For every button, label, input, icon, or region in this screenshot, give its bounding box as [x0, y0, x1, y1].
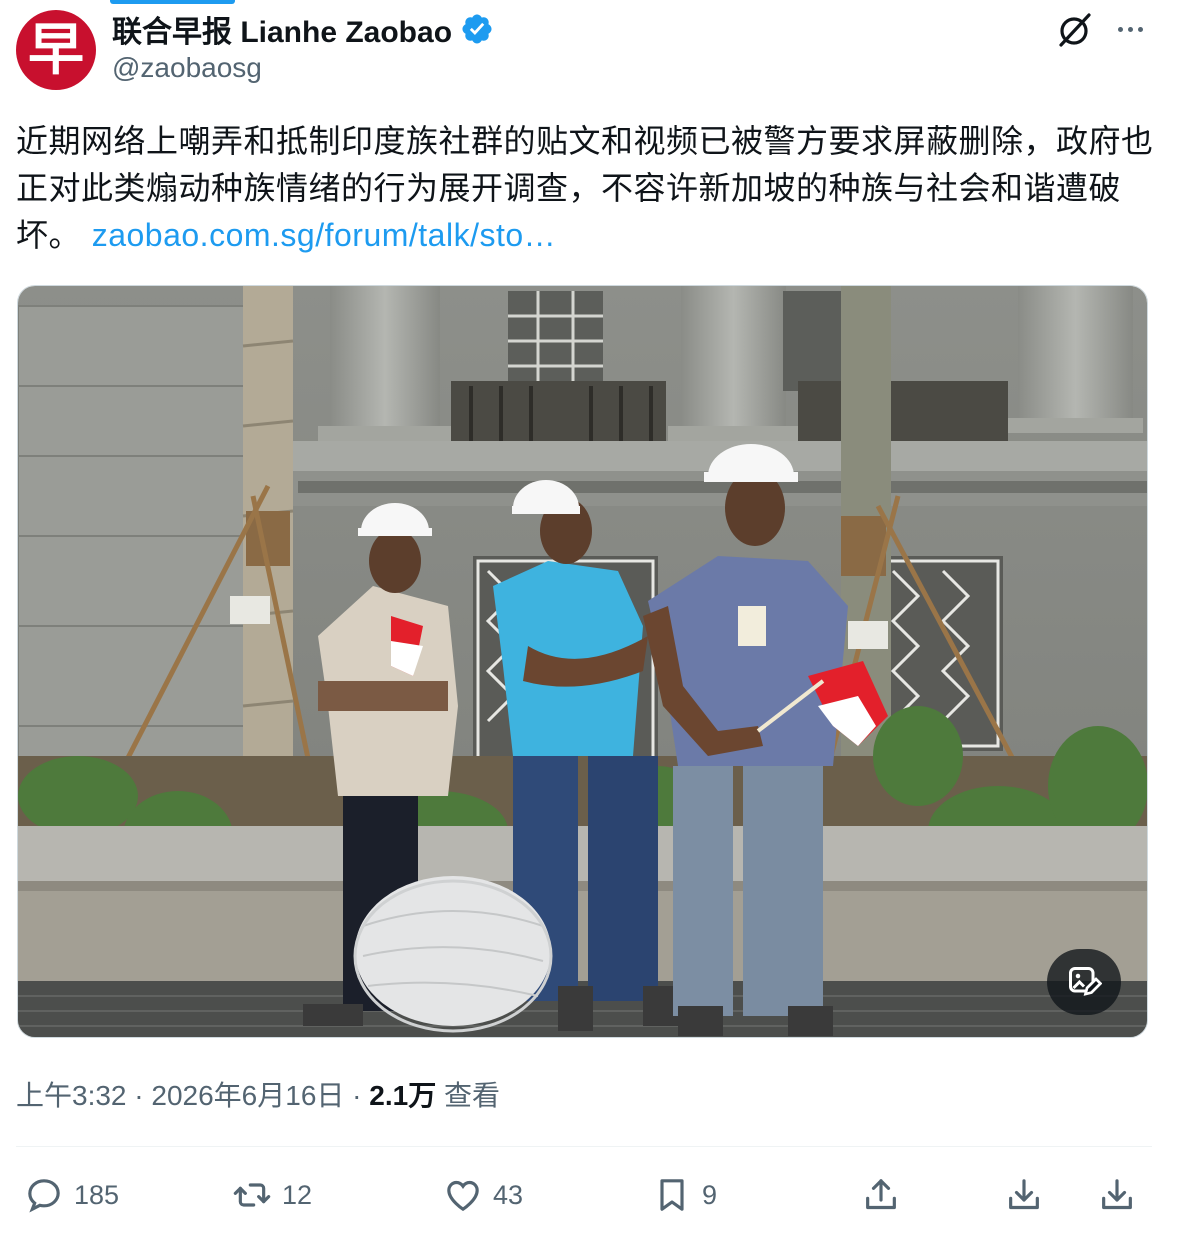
- tweet-time[interactable]: 上午3:32: [16, 1080, 127, 1111]
- action-bar: 185 12 43 9: [0, 1170, 1182, 1220]
- bookmark-count: 9: [702, 1179, 718, 1210]
- tweet-photo[interactable]: [17, 285, 1148, 1038]
- download-button[interactable]: [1004, 1170, 1044, 1220]
- reply-icon: [28, 1179, 60, 1213]
- bookmark-icon: [660, 1179, 684, 1211]
- image-edit-button[interactable]: [1047, 949, 1121, 1015]
- more-icon[interactable]: [1110, 14, 1150, 44]
- share-icon: [866, 1179, 896, 1210]
- repost-count: 12: [282, 1179, 313, 1210]
- handle[interactable]: @zaobaosg: [112, 52, 262, 84]
- photo-illustration: [18, 286, 1147, 1037]
- avatar-glyph: 早: [28, 17, 84, 83]
- repost-icon: [233, 1183, 271, 1207]
- bookmark-button[interactable]: 9: [652, 1170, 717, 1220]
- views-count: 2.1万: [369, 1080, 437, 1111]
- like-count: 43: [493, 1179, 524, 1210]
- divider: [16, 1146, 1152, 1147]
- tweet-meta: 上午3:32 · 2026年6月16日 · 2.1万 查看: [16, 1074, 500, 1114]
- tweet-date[interactable]: 2026年6月16日: [151, 1080, 344, 1111]
- top-accent-bar: [110, 0, 235, 4]
- avatar[interactable]: 早: [16, 10, 96, 90]
- repost-button[interactable]: 12: [232, 1170, 312, 1220]
- grok-icon[interactable]: [1054, 10, 1094, 50]
- meta-separator: ·: [344, 1080, 370, 1111]
- reply-button[interactable]: 185: [24, 1170, 119, 1220]
- tweet-link[interactable]: zaobao.com.sg/forum/talk/sto…: [92, 217, 556, 253]
- heart-icon: [447, 1180, 479, 1212]
- download-icon: [1009, 1179, 1039, 1210]
- share-button[interactable]: [861, 1170, 901, 1220]
- views-label: 查看: [436, 1080, 501, 1111]
- download-icon: [1102, 1179, 1132, 1210]
- meta-separator: ·: [126, 1080, 152, 1111]
- verified-badge-icon: [462, 14, 492, 44]
- download-image-button[interactable]: [1097, 1170, 1137, 1220]
- tweet-text: 近期网络上嘲弄和抵制印度族社群的贴文和视频已被警方要求屏蔽删除，政府也正对此类煽…: [16, 118, 1156, 259]
- display-name[interactable]: 联合早报 Lianhe Zaobao: [112, 7, 452, 51]
- reply-count: 185: [74, 1179, 120, 1210]
- author-name-row[interactable]: 联合早报 Lianhe Zaobao: [112, 7, 494, 51]
- like-button[interactable]: 43: [443, 1170, 523, 1220]
- image-edit-icon: [1069, 967, 1102, 996]
